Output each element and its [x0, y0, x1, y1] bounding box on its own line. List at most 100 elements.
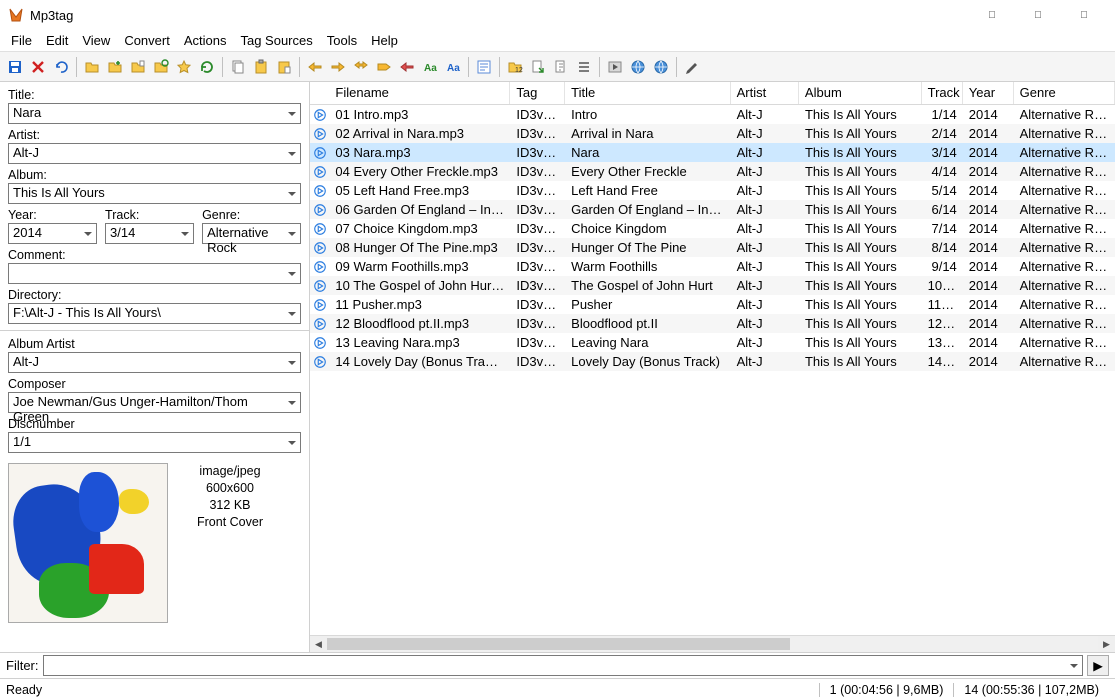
cell-tag: ID3v2.4 — [510, 353, 565, 370]
table-row[interactable]: 04 Every Other Freckle.mp3ID3v2.4Every O… — [310, 162, 1115, 181]
table-row[interactable]: 03 Nara.mp3ID3v2.4NaraAlt-JThis Is All Y… — [310, 143, 1115, 162]
filename-tag-button[interactable] — [327, 56, 349, 78]
settings-button[interactable] — [681, 56, 703, 78]
column-header-filename[interactable]: Filename — [329, 82, 510, 104]
playlist-button[interactable] — [127, 56, 149, 78]
save-button[interactable] — [4, 56, 26, 78]
cell-filename: 14 Lovely Day (Bonus Track)… — [329, 353, 510, 370]
list-button[interactable] — [573, 56, 595, 78]
undo-button[interactable] — [50, 56, 72, 78]
cell-genre: Alternative Rock — [1014, 277, 1115, 294]
directory-input[interactable]: F:\Alt-J - This Is All Yours\ — [8, 303, 301, 324]
track-input[interactable]: 3/14 — [105, 223, 194, 244]
cell-tag: ID3v2.4 — [510, 277, 565, 294]
artist-input[interactable]: Alt-J — [8, 143, 301, 164]
discnumber-input[interactable]: 1/1 — [8, 432, 301, 453]
cell-artist: Alt-J — [731, 315, 799, 332]
table-row[interactable]: 07 Choice Kingdom.mp3ID3v2.4Choice Kingd… — [310, 219, 1115, 238]
quick-actions-button[interactable]: Aa — [442, 56, 464, 78]
horizontal-scrollbar[interactable]: ◀ ▶ — [310, 635, 1115, 652]
open-folder-button[interactable] — [81, 56, 103, 78]
filter-bar: Filter: ▶ — [0, 652, 1115, 678]
web-source-button[interactable] — [627, 56, 649, 78]
filename-filename-button[interactable] — [350, 56, 372, 78]
albumartist-input[interactable]: Alt-J — [8, 352, 301, 373]
column-header-track[interactable]: Track — [922, 82, 963, 104]
filter-go-button[interactable]: ▶ — [1087, 655, 1109, 676]
add-folder-button[interactable] — [104, 56, 126, 78]
menu-file[interactable]: File — [4, 31, 39, 50]
pastetag-button[interactable] — [250, 56, 272, 78]
refresh-button[interactable] — [196, 56, 218, 78]
maximize-button[interactable]:  — [1015, 0, 1061, 30]
cell-title: The Gospel of John Hurt — [565, 277, 730, 294]
cell-genre: Alternative Rock — [1014, 106, 1115, 123]
menu-help[interactable]: Help — [364, 31, 405, 50]
menu-tag-sources[interactable]: Tag Sources — [233, 31, 319, 50]
menu-actions[interactable]: Actions — [177, 31, 234, 50]
column-header-genre[interactable]: Genre — [1014, 82, 1115, 104]
table-row[interactable]: 02 Arrival in Nara.mp3ID3v2.4Arrival in … — [310, 124, 1115, 143]
tools-button[interactable] — [550, 56, 572, 78]
tag-tag-button[interactable] — [373, 56, 395, 78]
menu-edit[interactable]: Edit — [39, 31, 75, 50]
genre-input[interactable]: Alternative Rock — [202, 223, 301, 244]
cell-filename: 12 Bloodflood pt.II.mp3 — [329, 315, 510, 332]
table-row[interactable]: 12 Bloodflood pt.II.mp3ID3v2.4Bloodflood… — [310, 314, 1115, 333]
cell-track: 12/14 — [922, 315, 963, 332]
copytag-button[interactable] — [227, 56, 249, 78]
album-input[interactable]: This Is All Yours — [8, 183, 301, 204]
table-row[interactable]: 09 Warm Foothills.mp3ID3v2.4Warm Foothil… — [310, 257, 1115, 276]
table-row[interactable]: 10 The Gospel of John Hurt…ID3v2.4The Go… — [310, 276, 1115, 295]
status-total: 14 (00:55:36 | 107,2MB) — [953, 683, 1109, 697]
title-input[interactable]: Nara — [8, 103, 301, 124]
cell-track: 2/14 — [922, 125, 963, 142]
export-button[interactable] — [527, 56, 549, 78]
year-input[interactable]: 2014 — [8, 223, 97, 244]
extended-tags-button[interactable] — [473, 56, 495, 78]
cell-track: 14/14 — [922, 353, 963, 370]
table-row[interactable]: 14 Lovely Day (Bonus Track)…ID3v2.4Lovel… — [310, 352, 1115, 371]
status-bar: Ready 1 (00:04:56 | 9,6MB) 14 (00:55:36 … — [0, 678, 1115, 700]
cell-filename: 04 Every Other Freckle.mp3 — [329, 163, 510, 180]
scroll-right-icon[interactable]: ▶ — [1098, 636, 1115, 652]
cell-year: 2014 — [963, 201, 1014, 218]
svg-text:12: 12 — [515, 67, 523, 74]
table-row[interactable]: 01 Intro.mp3ID3v2.4IntroAlt-JThis Is All… — [310, 105, 1115, 124]
cell-album: This Is All Yours — [799, 334, 922, 351]
menu-convert[interactable]: Convert — [117, 31, 177, 50]
cell-artist: Alt-J — [731, 125, 799, 142]
cover-art[interactable] — [8, 463, 168, 623]
text-file-tag-button[interactable] — [396, 56, 418, 78]
comment-input[interactable] — [8, 263, 301, 284]
cell-year: 2014 — [963, 258, 1014, 275]
composer-input[interactable]: Joe Newman/Gus Unger-Hamilton/Thom Green — [8, 392, 301, 413]
autonumber-button[interactable]: 12 — [504, 56, 526, 78]
actions-button[interactable]: Aa — [419, 56, 441, 78]
column-header-album[interactable]: Album — [799, 82, 922, 104]
filter-input[interactable] — [43, 655, 1084, 676]
cell-track: 4/14 — [922, 163, 963, 180]
cuttag-button[interactable] — [273, 56, 295, 78]
column-header-tag[interactable]: Tag — [510, 82, 565, 104]
table-row[interactable]: 08 Hunger Of The Pine.mp3ID3v2.4Hunger O… — [310, 238, 1115, 257]
scroll-left-icon[interactable]: ◀ — [310, 636, 327, 652]
table-row[interactable]: 06 Garden Of England – Int…ID3v2.4Garden… — [310, 200, 1115, 219]
menu-tools[interactable]: Tools — [320, 31, 364, 50]
play-button[interactable] — [604, 56, 626, 78]
close-button[interactable]:  — [1061, 0, 1107, 30]
table-row[interactable]: 05 Left Hand Free.mp3ID3v2.4Left Hand Fr… — [310, 181, 1115, 200]
table-row[interactable]: 13 Leaving Nara.mp3ID3v2.4Leaving NaraAl… — [310, 333, 1115, 352]
minimize-button[interactable]:  — [969, 0, 1015, 30]
cell-album: This Is All Yours — [799, 239, 922, 256]
delete-button[interactable] — [27, 56, 49, 78]
favorite-button[interactable] — [173, 56, 195, 78]
column-header-artist[interactable]: Artist — [731, 82, 799, 104]
column-header-year[interactable]: Year — [963, 82, 1014, 104]
menu-view[interactable]: View — [75, 31, 117, 50]
tag-filename-button[interactable] — [304, 56, 326, 78]
column-header-title[interactable]: Title — [565, 82, 730, 104]
reload-folder-button[interactable] — [150, 56, 172, 78]
web-source2-button[interactable] — [650, 56, 672, 78]
table-row[interactable]: 11 Pusher.mp3ID3v2.4PusherAlt-JThis Is A… — [310, 295, 1115, 314]
